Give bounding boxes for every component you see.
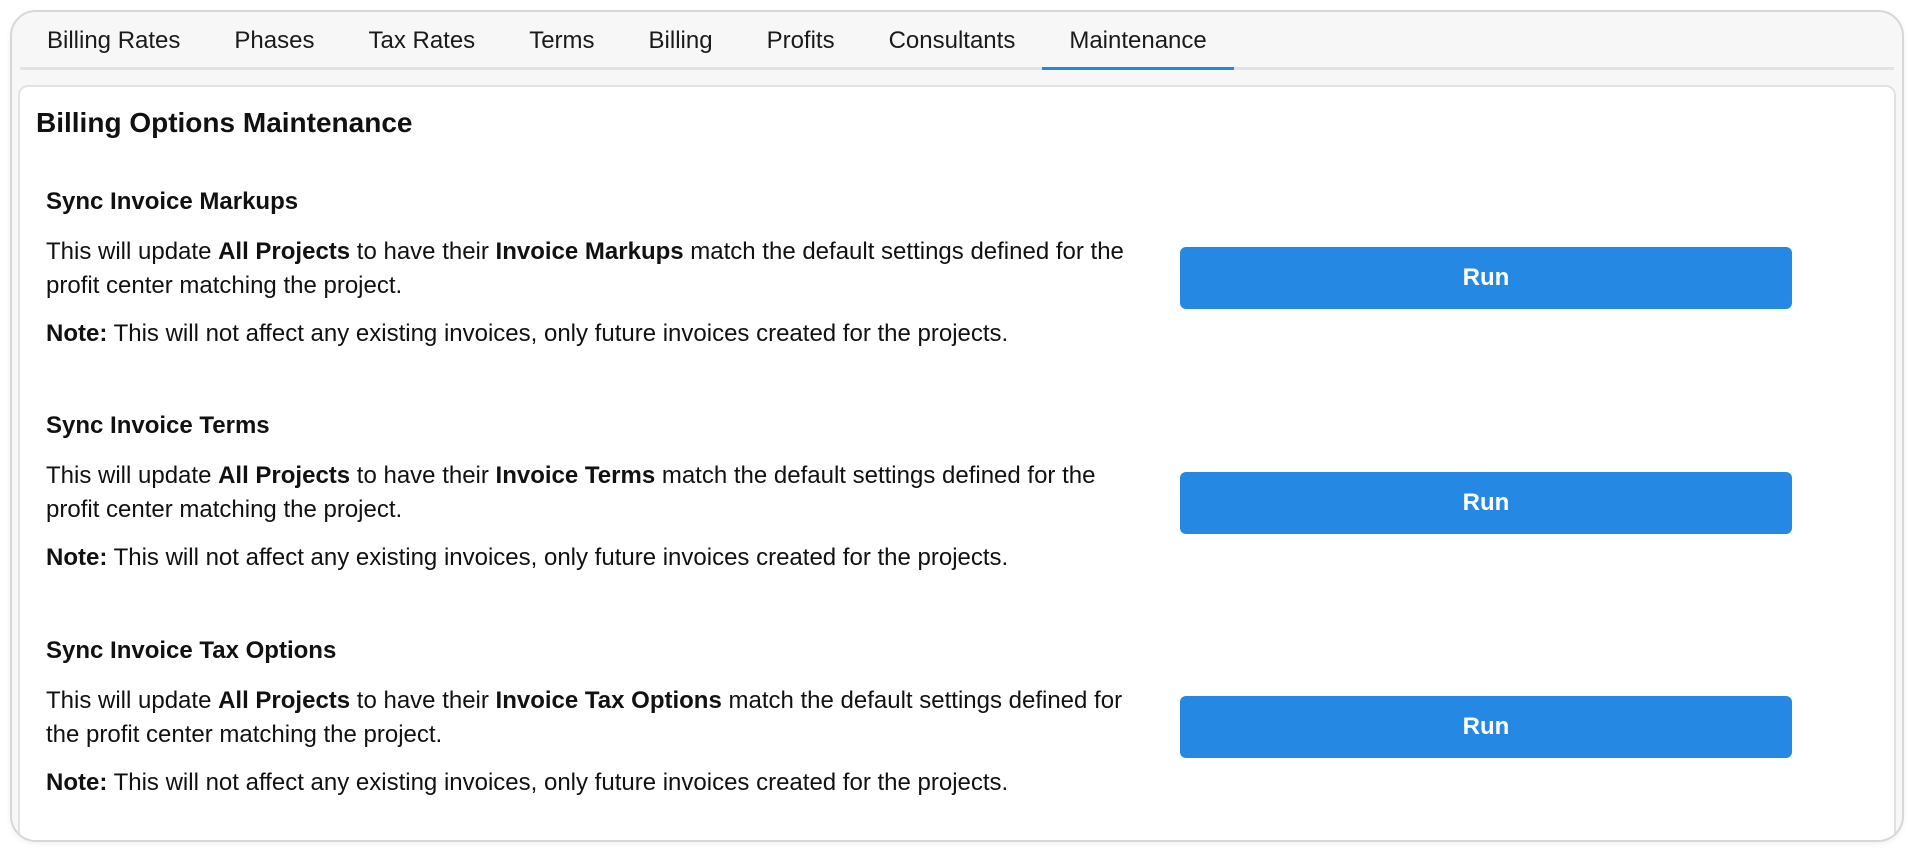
section-note: Note: This will not affect any existing … [46, 769, 1009, 796]
tab-tax-rates[interactable]: Tax Rates [341, 12, 502, 67]
sync-invoice-markups-section: Sync Invoice Markups This will update Al… [46, 187, 1166, 351]
run-sync-invoice-terms-button[interactable]: Run [1180, 472, 1792, 534]
section-title: Sync Invoice Terms [46, 412, 270, 439]
tab-bar: Billing Rates Phases Tax Rates Terms Bil… [20, 12, 1894, 70]
section-description: This will update All Projects to have th… [46, 462, 1096, 523]
section-note: Note: This will not affect any existing … [46, 320, 1009, 347]
section-description: This will update All Projects to have th… [46, 687, 1123, 748]
section-description: This will update All Projects to have th… [46, 238, 1124, 299]
tab-terms[interactable]: Terms [502, 12, 621, 67]
tab-phases[interactable]: Phases [207, 12, 341, 67]
section-title: Sync Invoice Markups [46, 188, 299, 215]
sync-invoice-terms-section: Sync Invoice Terms This will update All … [46, 411, 1166, 575]
section-title: Sync Invoice Tax Options [46, 637, 337, 664]
tab-billing-rates[interactable]: Billing Rates [20, 12, 207, 67]
tab-billing[interactable]: Billing [622, 12, 740, 67]
tab-maintenance[interactable]: Maintenance [1042, 12, 1235, 70]
tab-consultants[interactable]: Consultants [862, 12, 1043, 67]
window-frame: Billing Rates Phases Tax Rates Terms Bil… [10, 10, 1904, 842]
sync-invoice-tax-options-section: Sync Invoice Tax Options This will updat… [46, 636, 1166, 800]
run-sync-invoice-tax-options-button[interactable]: Run [1180, 696, 1792, 758]
tab-profits[interactable]: Profits [740, 12, 862, 67]
section-note: Note: This will not affect any existing … [46, 544, 1009, 571]
maintenance-panel: Billing Options Maintenance Sync Invoice… [18, 85, 1896, 840]
run-sync-invoice-markups-button[interactable]: Run [1180, 247, 1792, 309]
panel-title: Billing Options Maintenance [36, 107, 413, 138]
